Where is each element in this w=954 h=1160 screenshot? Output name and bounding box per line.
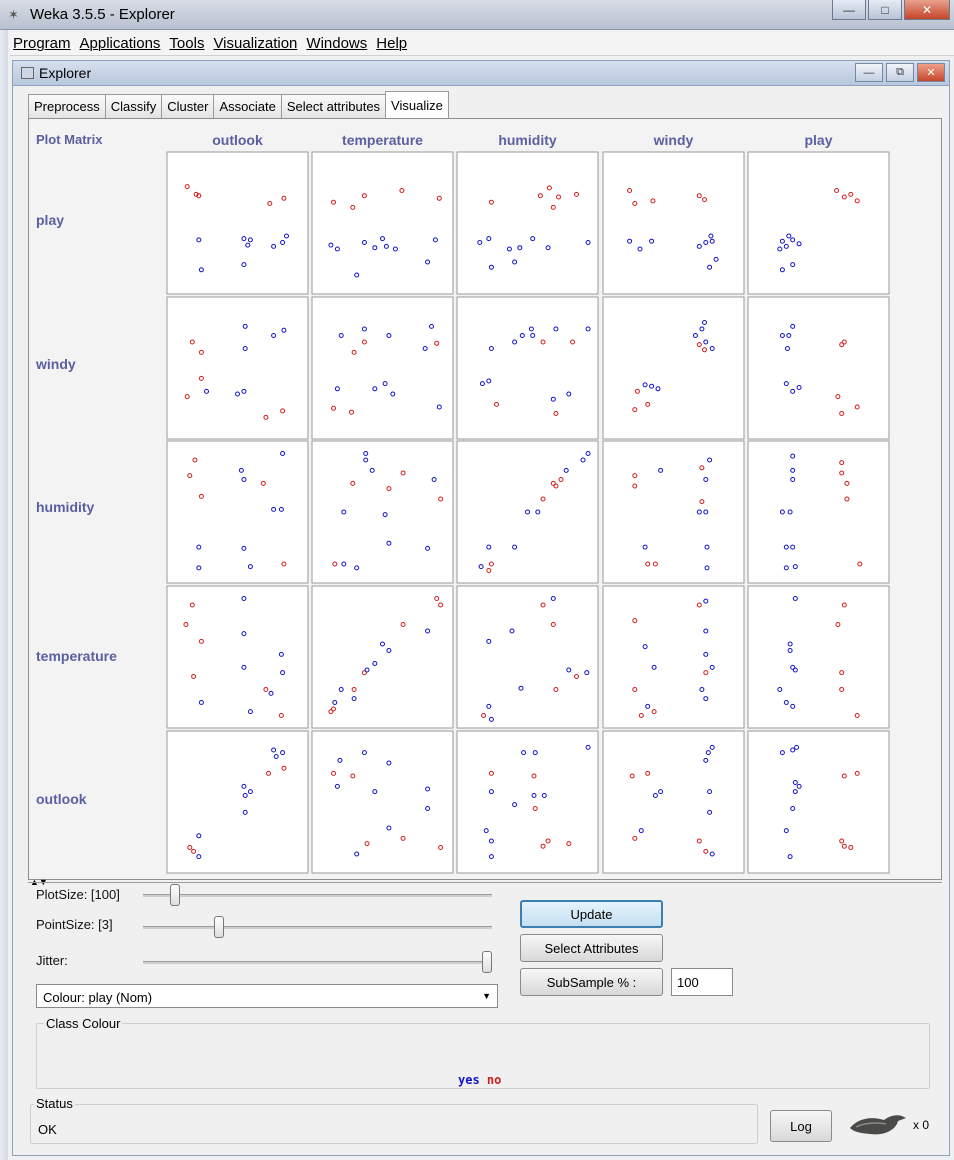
plot-cell-frame[interactable]	[602, 440, 745, 584]
plot-cell-humidity-vs-windy[interactable]	[602, 440, 745, 584]
plot-cell-frame[interactable]	[166, 585, 309, 729]
plot-cell-temperature-vs-play[interactable]	[747, 585, 890, 729]
plot-cell-temperature-vs-outlook[interactable]	[166, 585, 309, 729]
plot-size-label: PlotSize: [100]	[36, 887, 120, 902]
plot-cell-outlook-vs-humidity[interactable]	[456, 730, 599, 874]
jitter-slider-track[interactable]	[143, 961, 492, 964]
legend-no[interactable]: no	[487, 1073, 501, 1087]
plot-cell-frame[interactable]	[311, 440, 454, 584]
point-size-slider-track[interactable]	[143, 926, 492, 929]
plot-cell-frame[interactable]	[166, 151, 309, 295]
point-size-label: PointSize: [3]	[36, 917, 113, 932]
plot-cell-outlook-vs-play[interactable]	[747, 730, 890, 874]
plot-cell-humidity-vs-temperature[interactable]	[311, 440, 454, 584]
plot-cell-frame[interactable]	[456, 296, 599, 440]
plot-cell-frame[interactable]	[456, 151, 599, 295]
plot-cell-temperature-vs-temperature[interactable]	[311, 585, 454, 729]
plot-cell-temperature-vs-humidity[interactable]	[456, 585, 599, 729]
plot-cell-frame[interactable]	[311, 296, 454, 440]
plot-cell-frame[interactable]	[166, 440, 309, 584]
plot-cell-frame[interactable]	[311, 730, 454, 874]
plot-cell-outlook-vs-outlook[interactable]	[166, 730, 309, 874]
plot-cell-frame[interactable]	[456, 440, 599, 584]
status-group	[30, 1104, 758, 1144]
subsample-percent-input[interactable]: 100	[671, 968, 733, 996]
plot-cell-play-vs-play[interactable]	[747, 151, 890, 295]
weka-bird-icon[interactable]	[846, 1110, 908, 1140]
task-count: x 0	[913, 1118, 930, 1132]
plot-cell-play-vs-humidity[interactable]	[456, 151, 599, 295]
scatter-plot-matrix[interactable]	[0, 0, 954, 880]
dropdown-arrow-icon: ▼	[482, 991, 491, 1001]
jitter-label: Jitter:	[36, 953, 68, 968]
plot-cell-outlook-vs-windy[interactable]	[602, 730, 745, 874]
plot-cell-outlook-vs-temperature[interactable]	[311, 730, 454, 874]
plot-cell-windy-vs-windy[interactable]	[602, 296, 745, 440]
log-button[interactable]: Log	[770, 1110, 832, 1142]
plot-cell-frame[interactable]	[456, 585, 599, 729]
plot-cell-play-vs-windy[interactable]	[602, 151, 745, 295]
class-colour-legend: yes no	[458, 1073, 501, 1087]
plot-cell-frame[interactable]	[747, 440, 890, 584]
plot-cell-frame[interactable]	[747, 296, 890, 440]
point-size-slider-thumb[interactable]	[214, 916, 225, 938]
plot-cell-frame[interactable]	[311, 151, 454, 295]
plot-cell-humidity-vs-humidity[interactable]	[456, 440, 599, 584]
status-title: Status	[34, 1096, 75, 1111]
legend-yes[interactable]: yes	[458, 1073, 480, 1087]
plot-size-slider-track[interactable]	[143, 894, 492, 897]
plot-cell-windy-vs-temperature[interactable]	[311, 296, 454, 440]
subsample-button[interactable]: SubSample % :	[520, 968, 663, 996]
plot-cell-humidity-vs-play[interactable]	[747, 440, 890, 584]
splitter-divider[interactable]	[28, 882, 942, 883]
plot-size-slider-thumb[interactable]	[170, 884, 181, 906]
plot-cell-frame[interactable]	[747, 585, 890, 729]
colour-select-value: Colour: play (Nom)	[43, 990, 153, 1005]
plot-cell-play-vs-outlook[interactable]	[166, 151, 309, 295]
plot-cell-frame[interactable]	[602, 151, 745, 295]
plot-cell-windy-vs-play[interactable]	[747, 296, 890, 440]
plot-cell-play-vs-temperature[interactable]	[311, 151, 454, 295]
update-button[interactable]: Update	[520, 900, 663, 928]
jitter-slider-thumb[interactable]	[482, 951, 492, 973]
status-message: OK	[38, 1122, 57, 1137]
plot-cell-frame[interactable]	[602, 585, 745, 729]
plot-cell-temperature-vs-windy[interactable]	[602, 585, 745, 729]
class-colour-title: Class Colour	[44, 1016, 123, 1031]
plot-cell-frame[interactable]	[747, 730, 890, 874]
plot-cell-frame[interactable]	[456, 730, 599, 874]
plot-cell-humidity-vs-outlook[interactable]	[166, 440, 309, 584]
plot-cell-frame[interactable]	[747, 151, 890, 295]
colour-attribute-select[interactable]: Colour: play (Nom) ▼	[36, 984, 498, 1008]
select-attributes-button[interactable]: Select Attributes	[520, 934, 663, 962]
plot-cell-windy-vs-humidity[interactable]	[456, 296, 599, 440]
plot-cell-frame[interactable]	[166, 296, 309, 440]
plot-cell-frame[interactable]	[602, 730, 745, 874]
plot-cell-frame[interactable]	[602, 296, 745, 440]
plot-cell-frame[interactable]	[166, 730, 309, 874]
plot-cell-windy-vs-outlook[interactable]	[166, 296, 309, 440]
